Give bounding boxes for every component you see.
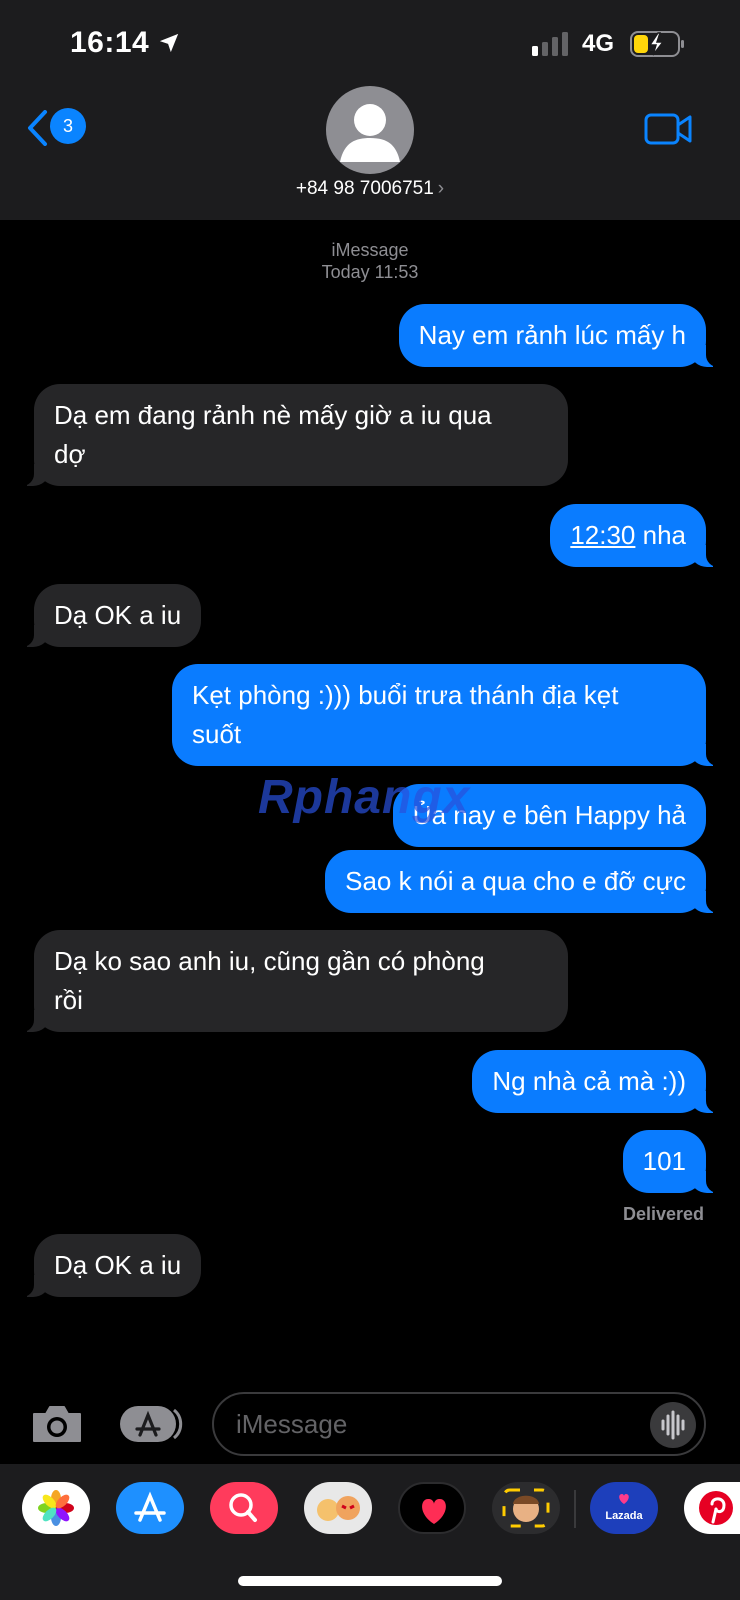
message-input[interactable]: iMessage bbox=[212, 1392, 706, 1456]
message-timestamp: Today 11:53 bbox=[321, 262, 419, 282]
message-text: nha bbox=[635, 520, 686, 550]
lazada-label: Lazada bbox=[605, 1510, 643, 1522]
outgoing-message[interactable]: Nay em rảnh lúc mấy h bbox=[398, 304, 727, 367]
message-text: rồi bbox=[54, 985, 83, 1015]
delivered-status: Delivered bbox=[622, 1204, 704, 1224]
time-link[interactable]: 12:30 bbox=[570, 520, 635, 550]
outgoing-message[interactable]: Sao k nói a qua cho e đỡ cực bbox=[325, 850, 726, 913]
pinterest-icon[interactable] bbox=[684, 1482, 740, 1534]
message-text: Sao k nói a qua cho e đỡ cực bbox=[345, 866, 686, 896]
message-text: Dạ em đang rảnh nè mấy giờ a iu qua bbox=[54, 400, 492, 430]
app-store-icon[interactable] bbox=[116, 1482, 184, 1534]
status-bar: 16:14 4G bbox=[0, 0, 740, 88]
contact-name-button[interactable]: +84 98 7006751 › bbox=[0, 178, 740, 200]
chevron-left-icon bbox=[28, 110, 47, 146]
audio-message-button[interactable] bbox=[650, 1402, 696, 1448]
memoji-stickers-icon[interactable] bbox=[304, 1482, 372, 1534]
outgoing-message[interactable]: 12:30 nha bbox=[550, 504, 726, 567]
message-text: suốt bbox=[192, 719, 242, 749]
app-drawer-icon[interactable] bbox=[118, 1404, 184, 1444]
conversation-header: 16:14 4G 3 +84 98 7006751 › bbox=[0, 0, 740, 220]
outgoing-message[interactable]: Ng nhà cả mà :)) bbox=[472, 1050, 726, 1113]
message-text: Dạ ko sao anh iu, cũng gần có phòng bbox=[54, 946, 485, 976]
message-text: dợ bbox=[54, 439, 86, 469]
back-button[interactable]: 3 bbox=[26, 108, 88, 148]
network-type: 4G bbox=[582, 30, 615, 57]
message-text: Nay em rảnh lúc mấy h bbox=[418, 320, 686, 350]
message-input-placeholder: iMessage bbox=[236, 1409, 348, 1439]
watermark-text: Rphangx bbox=[258, 771, 471, 824]
incoming-message[interactable]: Dạ em đang rảnh nè mấy giờ a iu qua dợ bbox=[14, 384, 568, 486]
digital-touch-icon[interactable] bbox=[398, 1482, 466, 1534]
photos-icon[interactable] bbox=[22, 1482, 90, 1534]
unread-count-badge: 3 bbox=[50, 108, 86, 144]
camera-icon[interactable] bbox=[30, 1404, 84, 1444]
incoming-message[interactable]: Dạ ko sao anh iu, cũng gần có phòng rồi bbox=[14, 930, 568, 1032]
outgoing-message[interactable]: Kẹt phòng :))) buổi trưa thánh địa kẹt s… bbox=[172, 664, 726, 766]
message-text: Kẹt phòng :))) buổi trưa thánh địa kẹt bbox=[192, 680, 619, 710]
location-arrow-icon bbox=[159, 33, 179, 53]
contact-number: +84 98 7006751 bbox=[295, 178, 434, 199]
tray-divider bbox=[574, 1490, 576, 1528]
incoming-message[interactable]: Dạ OK a iu bbox=[13, 1234, 202, 1297]
message-text: 101 bbox=[642, 1146, 686, 1176]
person-icon bbox=[340, 104, 400, 162]
incoming-message[interactable]: Dạ OK a iu bbox=[13, 584, 202, 647]
service-label: iMessage bbox=[331, 240, 409, 260]
chevron-right-icon: › bbox=[437, 178, 445, 199]
search-images-icon[interactable] bbox=[210, 1482, 278, 1534]
video-call-icon[interactable] bbox=[644, 112, 692, 146]
message-text: Dạ OK a iu bbox=[54, 600, 182, 630]
outgoing-message[interactable]: 101 bbox=[622, 1130, 727, 1193]
message-text: Ng nhà cả mà :)) bbox=[492, 1066, 686, 1096]
signal-strength-icon bbox=[532, 32, 568, 56]
battery-charging-icon bbox=[630, 31, 684, 57]
memoji-icon[interactable] bbox=[492, 1482, 560, 1534]
contact-avatar[interactable] bbox=[326, 86, 414, 174]
home-indicator[interactable] bbox=[238, 1576, 502, 1586]
status-time: 16:14 bbox=[70, 26, 150, 59]
message-text: Dạ OK a iu bbox=[54, 1250, 182, 1280]
waveform-icon bbox=[661, 1410, 685, 1440]
lazada-icon[interactable]: Lazada bbox=[590, 1482, 658, 1534]
